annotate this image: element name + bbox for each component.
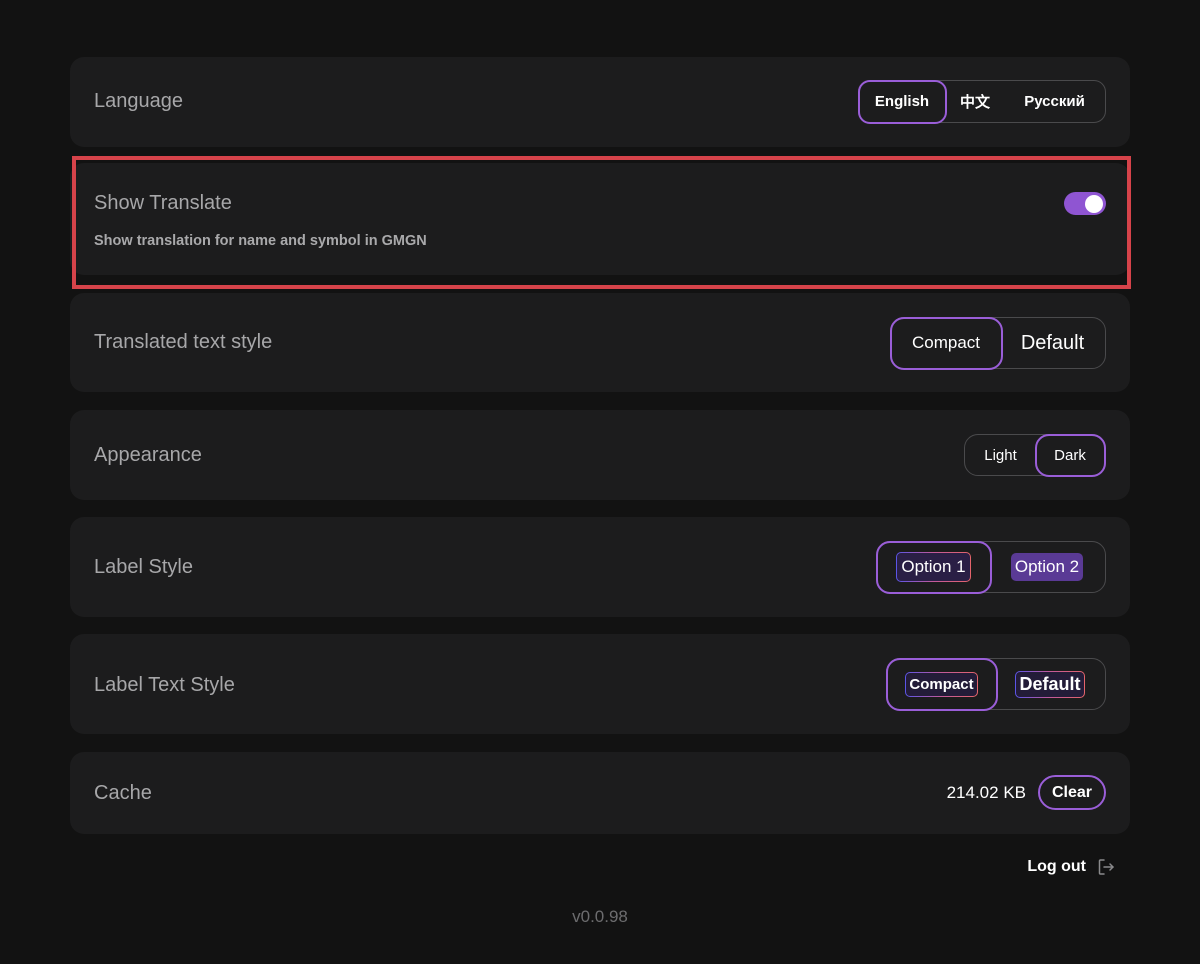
cache-title: Cache xyxy=(94,782,152,804)
label-style-selector: Option 1 Option 2 xyxy=(875,540,1106,594)
label-text-compact-chip: Compact xyxy=(905,672,977,697)
translated-text-style-selector: Compact Default xyxy=(889,316,1106,370)
settings-page: Language English 中文 Русский Show Transla… xyxy=(0,0,1200,964)
cache-setting: Cache 214.02 KB Clear xyxy=(70,752,1130,834)
label-text-style-setting: Label Text Style Compact Default xyxy=(70,634,1130,734)
label-text-default-chip: Default xyxy=(1015,671,1084,698)
label-text-style-title: Label Text Style xyxy=(94,674,235,696)
app-version: v0.0.98 xyxy=(572,907,628,926)
logout-label: Log out xyxy=(1027,858,1086,875)
appearance-title: Appearance xyxy=(94,444,202,466)
show-translate-setting: Show Translate Show translation for name… xyxy=(70,163,1130,275)
appearance-setting: Appearance Light Dark xyxy=(70,410,1130,500)
appearance-selector: Light Dark xyxy=(964,433,1106,477)
show-translate-description: Show translation for name and symbol in … xyxy=(94,233,427,249)
show-translate-toggle[interactable] xyxy=(1064,192,1106,215)
label-style-setting: Label Style Option 1 Option 2 xyxy=(70,517,1130,617)
clear-cache-button[interactable]: Clear xyxy=(1038,775,1106,810)
translated-style-option-default[interactable]: Default xyxy=(1001,318,1104,368)
label-text-style-option-default[interactable]: Default xyxy=(996,659,1104,709)
language-option-russian[interactable]: Русский xyxy=(1005,81,1104,122)
label-style-option-2-chip: Option 2 xyxy=(1010,553,1084,581)
language-setting: Language English 中文 Русский xyxy=(70,57,1130,147)
translated-text-style-setting: Translated text style Compact Default xyxy=(70,293,1130,392)
translated-style-option-compact[interactable]: Compact xyxy=(889,316,1003,370)
language-option-english[interactable]: English xyxy=(857,79,947,124)
label-text-style-selector: Compact Default xyxy=(885,657,1106,711)
label-style-option-2[interactable]: Option 2 xyxy=(990,542,1104,592)
label-text-style-option-compact[interactable]: Compact xyxy=(885,657,998,711)
translated-text-style-title: Translated text style xyxy=(94,331,273,353)
logout-button[interactable]: Log out xyxy=(1027,857,1116,877)
appearance-option-dark[interactable]: Dark xyxy=(1034,433,1106,477)
language-title: Language xyxy=(94,90,183,112)
label-style-title: Label Style xyxy=(94,556,193,578)
logout-arrow-icon xyxy=(1096,857,1116,877)
cache-size: 214.02 KB xyxy=(946,783,1026,802)
toggle-knob xyxy=(1085,194,1103,213)
label-style-option-1[interactable]: Option 1 xyxy=(875,540,992,594)
language-selector: English 中文 Русский xyxy=(857,79,1106,124)
label-style-option-1-chip: Option 1 xyxy=(896,552,970,582)
language-option-chinese[interactable]: 中文 xyxy=(945,81,1005,122)
appearance-option-light[interactable]: Light xyxy=(965,435,1036,475)
show-translate-title: Show Translate xyxy=(94,192,232,214)
